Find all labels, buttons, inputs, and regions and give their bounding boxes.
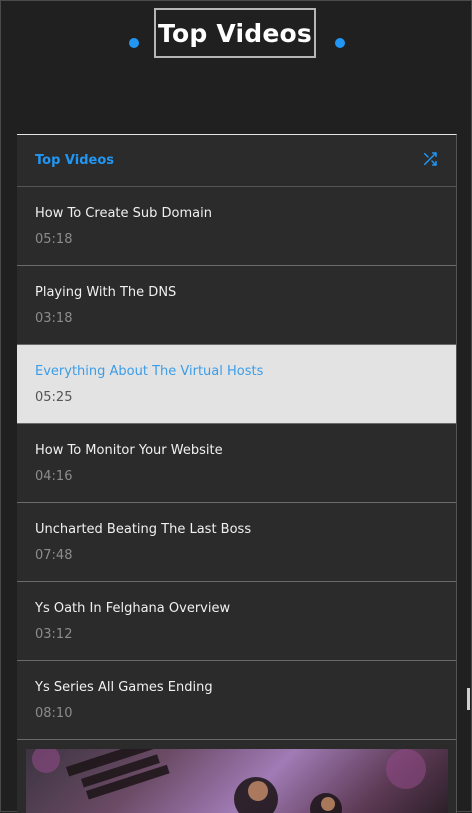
shuffle-icon[interactable] [422, 151, 438, 167]
video-title: How To Create Sub Domain [35, 206, 212, 221]
playlist-title: Top Videos [35, 153, 114, 168]
playlist-header: Top Videos [17, 135, 456, 187]
playlist-item[interactable]: Uncharted Beating The Last Boss 07:48 [17, 503, 456, 582]
section-title: Top Videos [154, 8, 316, 58]
video-title: Everything About The Virtual Hosts [35, 364, 264, 379]
video-thumbnail[interactable] [26, 749, 448, 813]
scrollbar-thumb[interactable] [467, 688, 470, 710]
decorative-dot-right [335, 38, 345, 48]
playlist-item[interactable]: How To Create Sub Domain 05:18 [17, 187, 456, 266]
video-title: Playing With The DNS [35, 285, 177, 300]
video-duration: 04:16 [35, 469, 73, 484]
video-title: Ys Oath In Felghana Overview [35, 601, 231, 616]
video-title: Uncharted Beating The Last Boss [35, 522, 252, 537]
thumbnail-art [32, 749, 426, 813]
section-header: Top Videos [0, 8, 472, 62]
video-title: How To Monitor Your Website [35, 443, 223, 458]
playlist-item[interactable]: Playing With The DNS 03:18 [17, 266, 456, 345]
video-duration: 05:18 [35, 232, 73, 247]
video-duration: 03:12 [35, 627, 73, 642]
video-duration: 05:25 [35, 390, 73, 405]
video-title: Ys Series All Games Ending [35, 680, 213, 695]
video-duration: 07:48 [35, 548, 73, 563]
video-duration: 08:10 [35, 706, 73, 721]
playlist-item[interactable]: Everything About The Virtual Hosts 05:25 [17, 345, 456, 424]
decorative-dot-left [129, 38, 139, 48]
playlist-panel: Top Videos How To Create Sub Domain 05:18… [17, 134, 457, 813]
playlist-item[interactable]: How To Monitor Your Website 04:16 [17, 424, 456, 503]
playlist-item[interactable]: Ys Series All Games Ending 08:10 [17, 661, 456, 740]
playlist-item[interactable]: Ys Oath In Felghana Overview 03:12 [17, 582, 456, 661]
video-duration: 03:18 [35, 311, 73, 326]
